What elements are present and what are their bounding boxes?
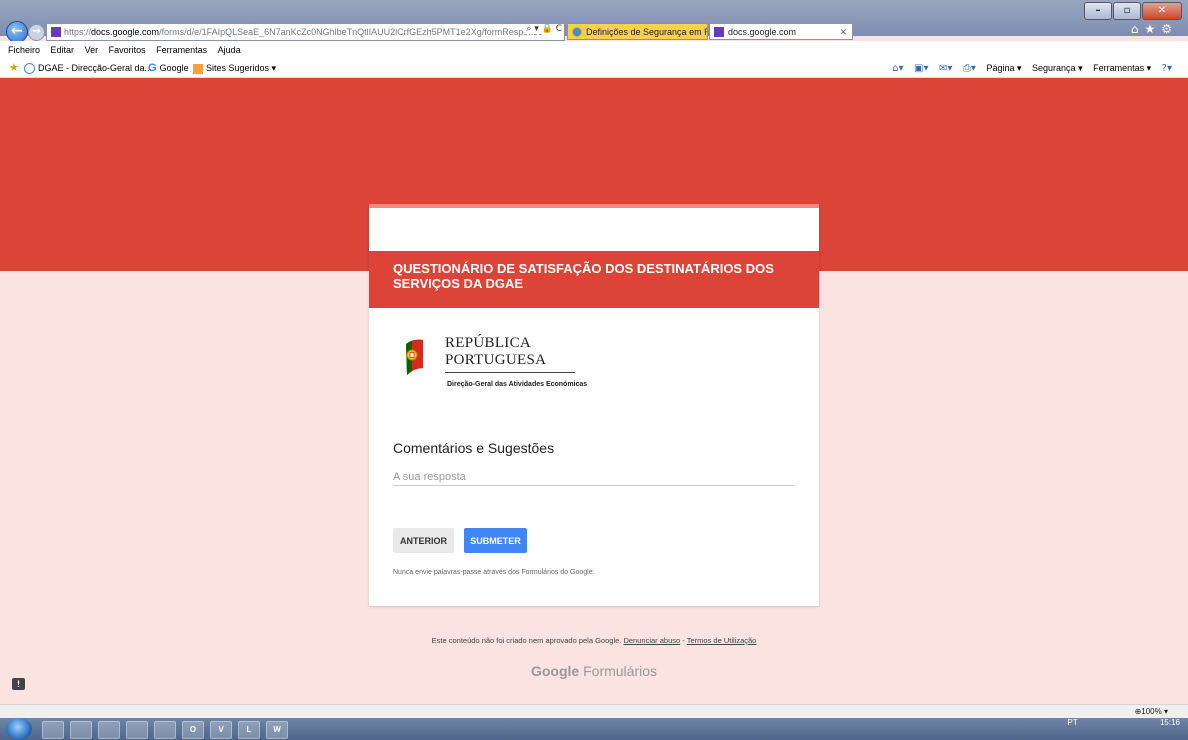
menu-ver[interactable]: Ver — [85, 45, 99, 55]
command-seguranca[interactable]: Segurança ▾ — [1032, 63, 1083, 73]
taskbar-outlook[interactable]: O — [182, 721, 204, 739]
favorites-bar: ★ DGAE - Direcção-Geral da... G Google Si… — [0, 59, 1188, 78]
forms-favicon-icon — [714, 27, 724, 37]
forms-favicon-icon — [51, 27, 61, 38]
language-indicator[interactable]: PT — [1068, 718, 1078, 727]
disclaimer-text: Este conteúdo não foi criado nem aprovad… — [431, 636, 622, 645]
favorites-star-icon[interactable]: ★ — [1144, 22, 1161, 36]
menu-ajuda[interactable]: Ajuda — [218, 45, 241, 55]
password-warning: Nunca envie palavras-passe através dos F… — [393, 569, 595, 576]
taskbar-ie[interactable] — [154, 721, 176, 739]
favorites-star-icon[interactable]: ★ — [9, 59, 19, 77]
taskbar-app-3[interactable] — [98, 721, 120, 739]
window-controls: – ▫ ✕ — [1084, 2, 1182, 20]
logo-divider — [445, 372, 575, 373]
menu-ferramentas[interactable]: Ferramentas — [156, 45, 207, 55]
ie-page-icon — [24, 63, 35, 75]
suggested-sites-icon — [193, 63, 203, 74]
favorite-label: DGAE - Direcção-Geral da... — [38, 63, 153, 73]
favorite-google[interactable]: G Google — [148, 59, 189, 77]
taskbar-apps: O V L W — [42, 721, 288, 739]
navigation-row: ← → https://docs.google.com/forms/d/e/1F… — [0, 19, 1188, 43]
question-title: Comentários e Sugestões — [393, 440, 555, 456]
url-host: docs.google.com — [91, 27, 160, 37]
back-button[interactable]: ← — [6, 21, 28, 43]
status-bar: ⊕100% ▾ — [0, 704, 1188, 719]
logo-line1: REPÚBLICA — [445, 335, 532, 351]
favorite-suggested-sites[interactable]: Sites Sugeridos ▾ — [193, 59, 276, 77]
report-problem-icon[interactable]: ! — [12, 678, 25, 690]
footer-disclaimer: Este conteúdo não foi criado nem aprovad… — [0, 636, 1188, 645]
zoom-value: 100% — [1141, 707, 1162, 716]
taskbar: O V L W PT 15:16 — [0, 718, 1188, 740]
menu-ficheiro[interactable]: Ficheiro — [8, 45, 40, 55]
command-bar: ⌂▾ ▣▾ ✉▾ ⎙▾ Página ▾ Segurança ▾ Ferrame… — [884, 59, 1172, 78]
favorite-label: Google — [159, 63, 189, 73]
system-tray: PT 15:16 — [1068, 718, 1181, 740]
taskbar-word[interactable]: W — [266, 721, 288, 739]
tab-label: docs.google.com — [728, 27, 797, 37]
menu-favoritos[interactable]: Favoritos — [109, 45, 146, 55]
zoom-level[interactable]: ⊕100% ▾ — [1135, 707, 1168, 716]
menu-editar[interactable]: Editar — [51, 45, 75, 55]
previous-button[interactable]: ANTERIOR — [393, 528, 454, 553]
print-icon[interactable]: ⎙▾ — [963, 63, 976, 74]
agency-name: Direção-Geral das Atividades Económicas — [447, 381, 588, 388]
menu-bar: Ficheiro Editar Ver Favoritos Ferramenta… — [0, 41, 1188, 59]
google-forms-brand[interactable]: Google Formulários — [0, 663, 1188, 679]
brand-forms: Formulários — [583, 663, 658, 679]
taskbar-lync[interactable]: L — [238, 721, 260, 739]
form-card: QUESTIONÁRIO DE SATISFAÇÃO DOS DESTINATÁ… — [369, 204, 819, 606]
taskbar-visio[interactable]: V — [210, 721, 232, 739]
tab-security-settings[interactable]: Definições de Segurança em Ri... — [567, 23, 708, 40]
address-bar[interactable]: https://docs.google.com/forms/d/e/1FAIpQ… — [46, 23, 565, 41]
rss-feed-icon[interactable]: ▣▾ — [914, 63, 928, 74]
footer-separator: - — [682, 636, 685, 645]
browser-toolbar-icons: ⌂★⚙ — [1131, 22, 1178, 36]
clock[interactable]: 15:16 — [1160, 718, 1180, 727]
tab-label: Definições de Segurança em Ri... — [586, 27, 708, 37]
ie-page-icon — [572, 27, 582, 37]
mail-icon[interactable]: ✉▾ — [939, 63, 952, 74]
command-pagina[interactable]: Página ▾ — [986, 63, 1021, 73]
page-content: QUESTIONÁRIO DE SATISFAÇÃO DOS DESTINATÁ… — [0, 78, 1188, 704]
maximize-button[interactable]: ▫ — [1113, 2, 1141, 20]
favorite-dgae[interactable]: DGAE - Direcção-Geral da... — [24, 59, 152, 77]
taskbar-app-4[interactable] — [126, 721, 148, 739]
close-window-button[interactable]: ✕ — [1142, 2, 1182, 20]
start-button[interactable] — [6, 718, 32, 740]
home-icon[interactable]: ⌂▾ — [892, 63, 903, 74]
gear-icon[interactable]: ⚙ — [1161, 22, 1178, 36]
form-title: QUESTIONÁRIO DE SATISFAÇÃO DOS DESTINATÁ… — [393, 261, 774, 291]
report-abuse-link[interactable]: Denunciar abuso — [623, 636, 680, 645]
form-title-bar: QUESTIONÁRIO DE SATISFAÇÃO DOS DESTINATÁ… — [369, 251, 819, 308]
url-prefix: https:// — [64, 27, 92, 37]
portuguese-flag-icon — [406, 339, 423, 375]
tab-close-icon[interactable]: ✕ — [839, 24, 847, 39]
google-g-icon: G — [148, 62, 157, 74]
taskbar-app-1[interactable] — [42, 721, 64, 739]
forward-button[interactable]: → — [28, 24, 45, 41]
command-ferramentas[interactable]: Ferramentas ▾ — [1093, 63, 1151, 73]
brand-google: Google — [530, 663, 580, 679]
home-icon[interactable]: ⌂ — [1131, 22, 1145, 36]
taskbar-app-2[interactable] — [70, 721, 92, 739]
tab-google-docs[interactable]: docs.google.com ✕ — [709, 23, 853, 40]
submit-button[interactable]: SUBMETER — [464, 528, 527, 553]
favorite-label: Sites Sugeridos ▾ — [206, 63, 277, 73]
help-icon[interactable]: ?▾ — [1162, 63, 1172, 74]
terms-link[interactable]: Termos de Utilização — [687, 636, 757, 645]
logo-line2: PORTUGUESA — [445, 352, 547, 368]
url-path: /forms/d/e/1FAIpQLSeaE_6N7anKcZc0NGhlbeT… — [159, 27, 543, 37]
minimize-button[interactable]: – — [1084, 2, 1112, 20]
answer-input[interactable] — [393, 468, 794, 486]
address-tools[interactable]: ⌕ ▾ 🔒 C — [524, 24, 562, 34]
